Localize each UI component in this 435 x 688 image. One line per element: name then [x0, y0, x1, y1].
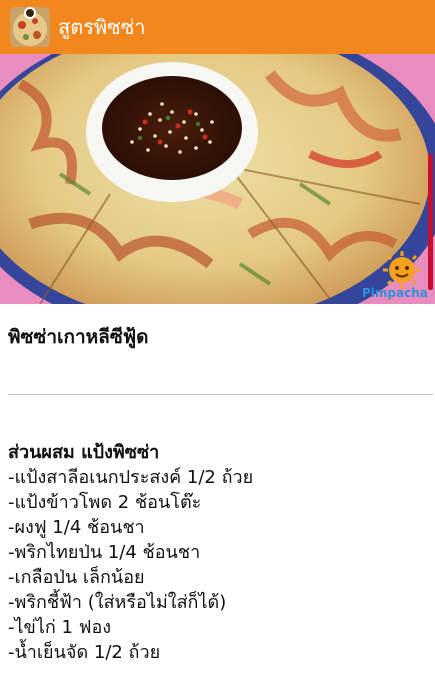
ingredient-item: -แป้งข้าวโพด 2 ช้อนโต๊ะ [8, 492, 202, 513]
ingredients-section: ส่วนผสม แป้งพิซซ่า -แป้งสาลีอเนกประสงค์ … [8, 440, 428, 665]
ingredients-header: ส่วนผสม แป้งพิซซ่า [8, 442, 160, 463]
ingredient-item: -พริกไทยป่น 1/4 ช้อนชา [8, 542, 201, 563]
pizza-photo: Pimpacha [0, 54, 435, 304]
sun-mascot-icon [383, 251, 421, 289]
app-title: สูตรพิซซ่า [58, 15, 146, 39]
ingredient-item: -พริกชี้ฟ้า (ใส่หรือไม่ใส่ก็ได้) [8, 592, 227, 613]
divider [8, 394, 433, 395]
recipe-title: พิซซ่าเกาหลีซีฟู้ด [8, 326, 149, 348]
ingredient-item: -น้ำเย็นจัด 1/2 ถ้วย [8, 642, 161, 663]
ingredient-item: -แป้งสาลีอเนกประสงค์ 1/2 ถ้วย [8, 467, 254, 488]
ingredient-item: -ผงฟู 1/4 ช้อนชา [8, 517, 145, 538]
app-bar: สูตรพิซซ่า [0, 0, 435, 54]
pizza-thumbnail-icon[interactable] [10, 7, 50, 47]
ingredient-item: -เกลือป่น เล็กน้อย [8, 567, 145, 588]
watermark-text: Pimpacha [362, 286, 428, 300]
scrollbar[interactable] [428, 154, 433, 290]
ingredient-item: -ไข่ไก่ 1 ฟอง [8, 617, 112, 638]
